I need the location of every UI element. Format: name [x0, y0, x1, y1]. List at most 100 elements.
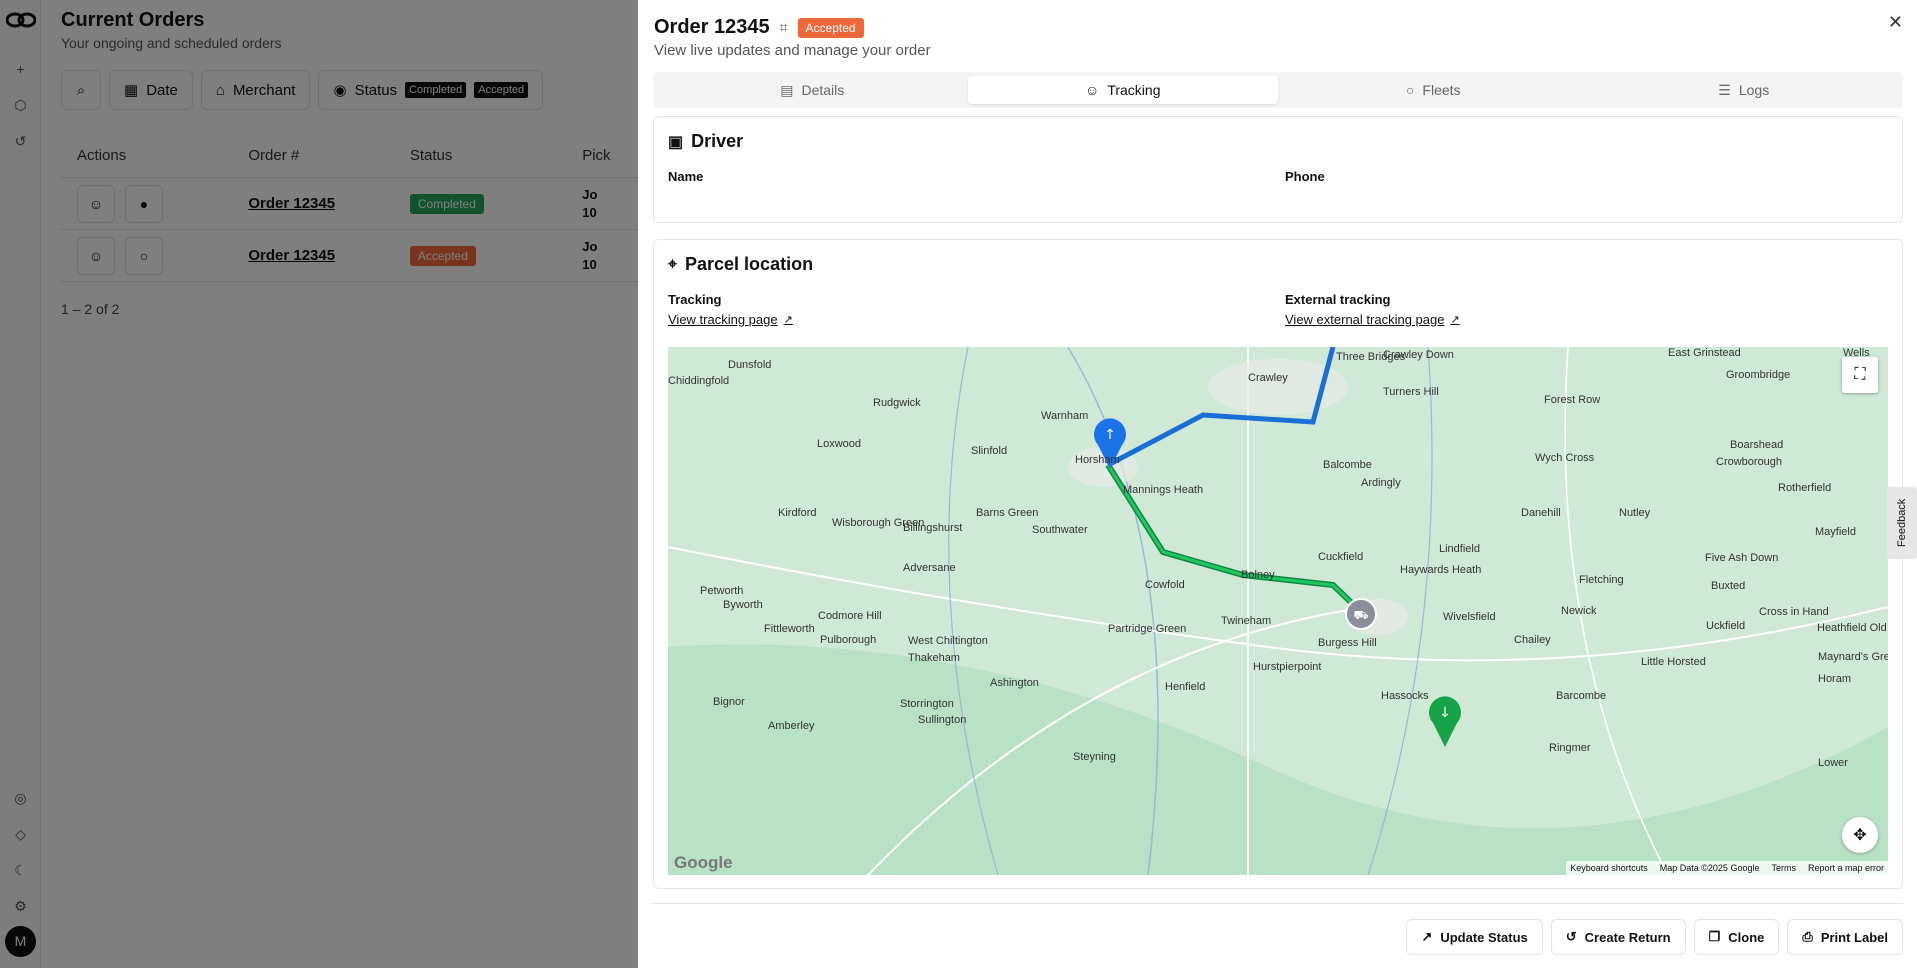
map-place-label: Adversane — [903, 562, 956, 574]
tracking-link[interactable]: View tracking page ↗ — [668, 312, 793, 327]
map-place-label: Cross in Hand — [1759, 606, 1829, 618]
map-place-label: Newick — [1561, 605, 1597, 617]
map-place-label: Ardingly — [1361, 477, 1401, 489]
map-place-label: Chiddingfold — [668, 375, 730, 387]
external-link-icon: ↗ — [1450, 314, 1460, 326]
arrow-icon: ↗ — [1421, 929, 1433, 944]
tracking-label: Tracking — [668, 292, 722, 307]
map-place-label: Mayfield — [1815, 526, 1856, 538]
contact-icon: ▣ — [668, 133, 684, 151]
person-icon: ☺ — [1085, 82, 1100, 98]
map-place-label: Codmore Hill — [818, 610, 882, 622]
map-place-label: Chailey — [1514, 634, 1551, 646]
map-place-label: Pulborough — [820, 634, 877, 646]
map-place-label: Three Bridges — [1336, 351, 1406, 363]
map-attribution: Keyboard shortcuts Map Data ©2025 Google… — [1566, 861, 1888, 875]
map-place-label: Mannings Heath — [1123, 484, 1204, 496]
map-place-label: Barns Green — [976, 507, 1039, 519]
map-place-label: Heathfield Old Heat — [1817, 622, 1888, 634]
status-badge: Accepted — [797, 17, 864, 38]
map-place-label: Nutley — [1619, 507, 1651, 519]
map-place-label: Bignor — [713, 696, 745, 708]
printer-icon: ⎙ — [1802, 929, 1813, 944]
update-status-button[interactable]: ↗ Update Status — [1406, 919, 1543, 955]
map-place-label: Sullington — [918, 714, 967, 726]
tab-tracking[interactable]: ☺ Tracking — [967, 76, 1278, 104]
tab-fleets[interactable]: ○ Fleets — [1278, 76, 1589, 104]
map-place-label: Horam — [1818, 673, 1852, 685]
list-icon: ☰ — [1718, 81, 1731, 98]
create-return-button[interactable]: ↺ Create Return — [1550, 919, 1686, 955]
map-place-label: Wivelsfield — [1443, 611, 1496, 623]
map-place-label: Thakeham — [908, 652, 960, 664]
map-place-label: Danehill — [1521, 507, 1561, 519]
clone-button[interactable]: ❐ Clone — [1693, 919, 1780, 955]
tab-details[interactable]: ▤ Details — [657, 76, 968, 104]
external-link-icon: ↗ — [783, 314, 793, 326]
panel-subtitle: View live updates and manage your order — [654, 42, 931, 59]
map-place-label: Petworth — [700, 585, 744, 597]
document-icon: ▤ — [780, 81, 794, 98]
map-place-label: Five Ash Down — [1705, 552, 1779, 564]
map-place-label: Forest Row — [1544, 394, 1601, 406]
keyboard-shortcuts-link[interactable]: Keyboard shortcuts — [1570, 863, 1648, 873]
map-place-label: Little Horsted — [1641, 656, 1706, 668]
terms-link[interactable]: Terms — [1771, 863, 1796, 873]
map-place-label: Crowborough — [1716, 456, 1783, 468]
chat-icon: ○ — [1405, 82, 1415, 98]
print-label-button[interactable]: ⎙ Print Label — [1787, 919, 1903, 955]
map-place-label: Dunsfold — [728, 359, 772, 371]
map-place-label: Steyning — [1073, 751, 1116, 763]
map-place-label: Uckfield — [1706, 620, 1746, 632]
map-place-label: Fittleworth — [764, 623, 815, 635]
map-place-label: West Chiltington — [908, 635, 988, 647]
driver-name-label: Name — [668, 169, 704, 184]
tracking-map[interactable]: ↑ ↓ ⛟ Dunsfold Chiddingfold Rudgwick Warnha… — [668, 347, 1888, 875]
map-place-label: Boarshead — [1730, 439, 1784, 451]
vehicle-marker[interactable]: ⛟ — [1345, 598, 1377, 630]
map-place-label: Hurstpierpoint — [1253, 661, 1322, 673]
map-place-label: Lower — [1818, 757, 1848, 769]
map-place-label: Lindfield — [1439, 543, 1480, 555]
report-error-link[interactable]: Report a map error — [1808, 863, 1884, 873]
return-icon: ↺ — [1565, 929, 1577, 944]
map-place-label: Byworth — [723, 599, 763, 611]
tab-label: Tracking — [1107, 82, 1161, 98]
map-place-label: Storrington — [900, 698, 954, 710]
map-place-label: Fletching — [1579, 574, 1624, 586]
svg-text:↑: ↑ — [1104, 427, 1116, 443]
fullscreen-button[interactable]: ⛶ — [1842, 357, 1878, 393]
map-place-label: Bolney — [1241, 569, 1275, 581]
map-place-label: Horsham — [1075, 454, 1120, 466]
map-place-label: Buxted — [1711, 580, 1746, 592]
action-bar: ↗ Update Status ↺ Create Return ❐ Clone ⎙ Pr… — [1406, 919, 1903, 955]
svg-text:⛟: ⛟ — [1353, 608, 1368, 622]
map-place-label: Wych Cross — [1535, 452, 1595, 464]
tab-logs[interactable]: ☰ Logs — [1589, 76, 1900, 104]
map-place-label: Balcombe — [1323, 459, 1372, 471]
modal-backdrop[interactable] — [0, 0, 638, 968]
map-place-label: Warnham — [1041, 410, 1089, 422]
map-place-label: Billingshurst — [903, 522, 963, 534]
map-camera-control[interactable]: ✥ — [1842, 817, 1878, 853]
tab-label: Details — [801, 82, 845, 98]
external-tracking-link[interactable]: View external tracking page ↗ — [1285, 312, 1460, 327]
map-place-label: Hassocks — [1381, 690, 1429, 702]
map-place-label: Kirdford — [778, 507, 817, 519]
map-place-label: Haywards Heath — [1400, 564, 1482, 576]
location-pin-icon: ⌖ — [668, 255, 678, 273]
parcel-location-card: ⌖ Parcel location Tracking View tracking … — [653, 239, 1903, 889]
map-place-label: Crawley — [1248, 372, 1288, 384]
scan-icon[interactable]: ⌗ — [780, 19, 788, 36]
map-place-label: Henfield — [1165, 681, 1206, 693]
parcel-heading: ⌖ Parcel location — [668, 254, 814, 274]
panel-title: Order 12345 — [654, 16, 770, 38]
map-place-label: Maynard's Green — [1818, 651, 1888, 663]
feedback-tab[interactable]: Feedback — [1887, 487, 1917, 559]
map-place-label: Twineham — [1221, 615, 1272, 627]
close-icon[interactable]: ✕ — [1888, 12, 1903, 33]
driver-phone-label: Phone — [1285, 169, 1325, 184]
map-place-label: Rotherfield — [1778, 482, 1832, 494]
map-data-text: Map Data ©2025 Google — [1659, 863, 1760, 873]
driver-card: ▣ Driver Name Phone — [653, 116, 1903, 223]
